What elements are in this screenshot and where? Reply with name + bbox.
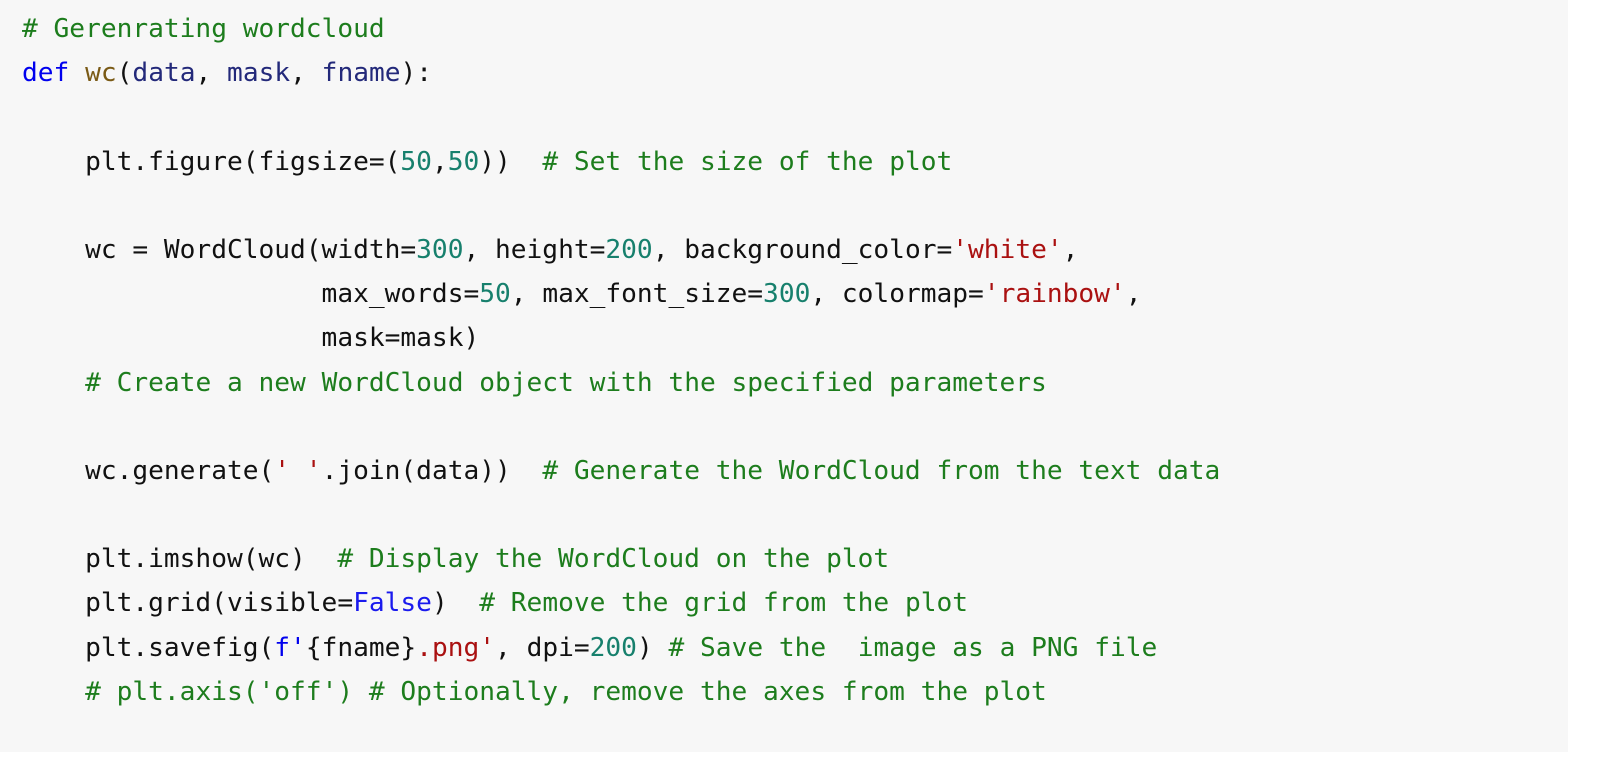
code-token: 50: [447, 146, 480, 177]
code-token: , colormap=: [810, 279, 984, 310]
code-token: # plt.axis('off') # Optionally, remove t…: [85, 676, 1047, 707]
code-token: data: [132, 58, 196, 89]
code-line: mask=mask): [22, 316, 1220, 360]
code-token: (: [116, 58, 133, 89]
code-line: # Create a new WordCloud object with the…: [22, 361, 1220, 405]
code-token: , dpi=: [495, 632, 590, 663]
code-token: 300: [416, 234, 464, 265]
code-token: wc = WordCloud(width=: [22, 234, 417, 265]
code-token: plt.grid(visible=: [22, 588, 354, 619]
code-token: # Save the image as a PNG file: [668, 632, 1158, 663]
code-line: plt.figure(figsize=(50,50)) # Set the si…: [22, 140, 1220, 184]
code-token: # Create a new WordCloud object with the…: [85, 367, 1047, 398]
code-token: plt.imshow(wc): [22, 544, 338, 575]
code-token: , background_color=: [652, 234, 953, 265]
code-token: False: [353, 588, 432, 619]
code-token: def: [22, 58, 70, 89]
code-token: # Gerenrating wordcloud: [22, 14, 385, 44]
code-cell[interactable]: # Gerenrating wordcloud def wc(data, mask…: [0, 0, 1568, 752]
code-token: plt.figure(figsize=(: [22, 146, 401, 177]
code-token: fname: [321, 58, 401, 89]
code-token: # Generate the WordCloud from the text d…: [542, 455, 1221, 486]
code-token: .join(data)): [321, 455, 543, 486]
code-token: ,: [195, 58, 228, 89]
code-token: max_words=: [22, 279, 480, 310]
code-token: plt.savefig(: [22, 632, 275, 663]
code-token: 50: [400, 146, 432, 177]
code-token: ,: [431, 146, 448, 177]
code-line: # Gerenrating wordcloud: [22, 7, 1220, 51]
code-token: ): [431, 588, 480, 619]
code-token: , max_font_size=: [510, 279, 764, 310]
code-token: .png': [416, 632, 496, 663]
code-token: ): [636, 632, 669, 663]
code-token: 300: [763, 279, 811, 310]
code-line: plt.grid(visible=False) # Remove the gri…: [22, 581, 1220, 625]
code-token: # Remove the grid from the plot: [479, 588, 969, 619]
code-token: 200: [605, 234, 653, 265]
code-token: )): [479, 146, 543, 177]
code-token: 'rainbow': [983, 279, 1126, 310]
code-token: 50: [479, 279, 511, 310]
notebook-page: # Gerenrating wordcloud def wc(data, mask…: [0, 0, 1600, 770]
code-token: ,: [1062, 234, 1079, 265]
code-token: ,: [1125, 279, 1142, 310]
code-line: plt.imshow(wc) # Display the WordCloud o…: [22, 537, 1220, 581]
code-token: f': [274, 632, 306, 663]
code-token: ' ': [274, 455, 322, 486]
code-token: 200: [589, 632, 637, 663]
code-token: mask: [227, 58, 291, 89]
code-token: ):: [400, 58, 433, 89]
code-line: wc.generate(' '.join(data)) # Generate t…: [22, 449, 1220, 493]
code-token: mask=mask): [22, 323, 480, 354]
code-token: # Display the WordCloud on the plot: [337, 544, 890, 575]
code-line: # plt.axis('off') # Optionally, remove t…: [22, 670, 1220, 714]
code-line: wc = WordCloud(width=300, height=200, ba…: [22, 228, 1220, 272]
code-editor[interactable]: # Gerenrating wordcloud def wc(data, mask…: [22, 7, 1220, 714]
code-token: , height=: [463, 234, 606, 265]
code-token: wc.generate(: [22, 455, 275, 486]
code-token: ,: [290, 58, 322, 89]
code-token: 'white': [952, 234, 1063, 265]
code-token: {fname}: [305, 632, 417, 663]
code-token: wc: [85, 58, 117, 89]
code-line: def wc(data, mask, fname):: [22, 51, 1220, 95]
code-line: max_words=50, max_font_size=300, colorma…: [22, 272, 1220, 316]
code-token: # Set the size of the plot: [542, 146, 953, 177]
code-line: plt.savefig(f'{fname}.png', dpi=200) # S…: [22, 626, 1220, 670]
